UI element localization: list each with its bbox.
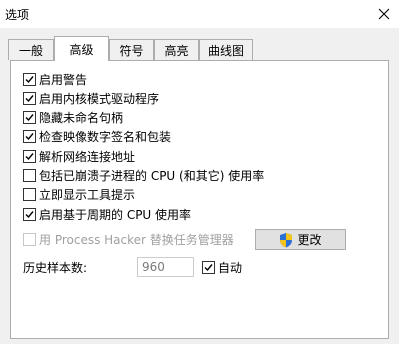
option-label: 检查映像数字签名和包装: [39, 129, 172, 144]
tab-graph[interactable]: 曲线图: [199, 39, 253, 60]
checkmark-icon: [25, 210, 34, 218]
checkmark-icon: [25, 75, 34, 83]
option-replace-task-manager: 用 Process Hacker 替换任务管理器: [23, 231, 234, 247]
option-label: 隐藏未命名句柄: [39, 110, 124, 125]
auto-option[interactable]: 自动: [202, 259, 242, 276]
option-enable-warnings[interactable]: 启用警告: [23, 71, 87, 87]
shield-icon: [280, 232, 293, 247]
checkbox[interactable]: [23, 129, 36, 143]
checkmark-icon: [25, 132, 34, 140]
option-verify-signatures[interactable]: 检查映像数字签名和包装: [23, 128, 171, 144]
close-button[interactable]: [369, 0, 399, 28]
checkbox[interactable]: [23, 110, 36, 124]
change-button-label: 更改: [297, 233, 322, 247]
option-hide-unnamed-handles[interactable]: 隐藏未命名句柄: [23, 109, 123, 125]
option-label: 解析网络连接地址: [39, 149, 136, 164]
checkbox[interactable]: [23, 91, 36, 105]
advanced-panel: 启用警告 启用内核模式驱动程序 隐藏未命名句柄 检查映像数字签名和包装 解析网络…: [10, 60, 389, 339]
checkbox: [23, 232, 36, 246]
checkbox[interactable]: [23, 187, 36, 201]
checkmark-icon: [25, 113, 34, 121]
close-icon: [378, 8, 390, 20]
tab-general[interactable]: 一般: [8, 39, 54, 60]
tab-advanced[interactable]: 高级: [54, 36, 109, 61]
option-enable-kernel-driver[interactable]: 启用内核模式驱动程序: [23, 90, 159, 106]
auto-label: 自动: [218, 261, 243, 275]
option-label: 启用内核模式驱动程序: [39, 91, 160, 106]
tab-highlighting[interactable]: 高亮: [154, 39, 199, 60]
checkmark-icon: [25, 94, 34, 102]
checkbox[interactable]: [23, 149, 36, 163]
checkbox[interactable]: [23, 207, 36, 221]
checkmark-icon: [204, 264, 213, 272]
option-label: 启用警告: [39, 72, 88, 87]
checkmark-icon: [25, 152, 34, 160]
auto-checkbox[interactable]: [202, 261, 215, 274]
option-label: 立即显示工具提示: [39, 187, 136, 202]
option-cycle-based-cpu[interactable]: 启用基于周期的 CPU 使用率: [23, 206, 191, 222]
history-samples-input[interactable]: [137, 257, 194, 277]
title-bar: 选项: [0, 0, 399, 28]
checkbox[interactable]: [23, 168, 36, 182]
checkbox[interactable]: [23, 72, 36, 86]
window-title: 选项: [5, 8, 30, 22]
option-include-dead-children[interactable]: 包括已崩溃子进程的 CPU (和其它) 使用率: [23, 167, 264, 183]
history-samples-label: 历史样本数:: [23, 261, 88, 275]
option-resolve-addresses[interactable]: 解析网络连接地址: [23, 148, 135, 164]
option-label: 用 Process Hacker 替换任务管理器: [39, 232, 234, 247]
change-button[interactable]: 更改: [255, 229, 346, 250]
option-label: 包括已崩溃子进程的 CPU (和其它) 使用率: [39, 168, 265, 183]
option-label: 启用基于周期的 CPU 使用率: [39, 207, 192, 222]
tab-symbols[interactable]: 符号: [109, 39, 154, 60]
option-instant-tooltips[interactable]: 立即显示工具提示: [23, 186, 135, 202]
